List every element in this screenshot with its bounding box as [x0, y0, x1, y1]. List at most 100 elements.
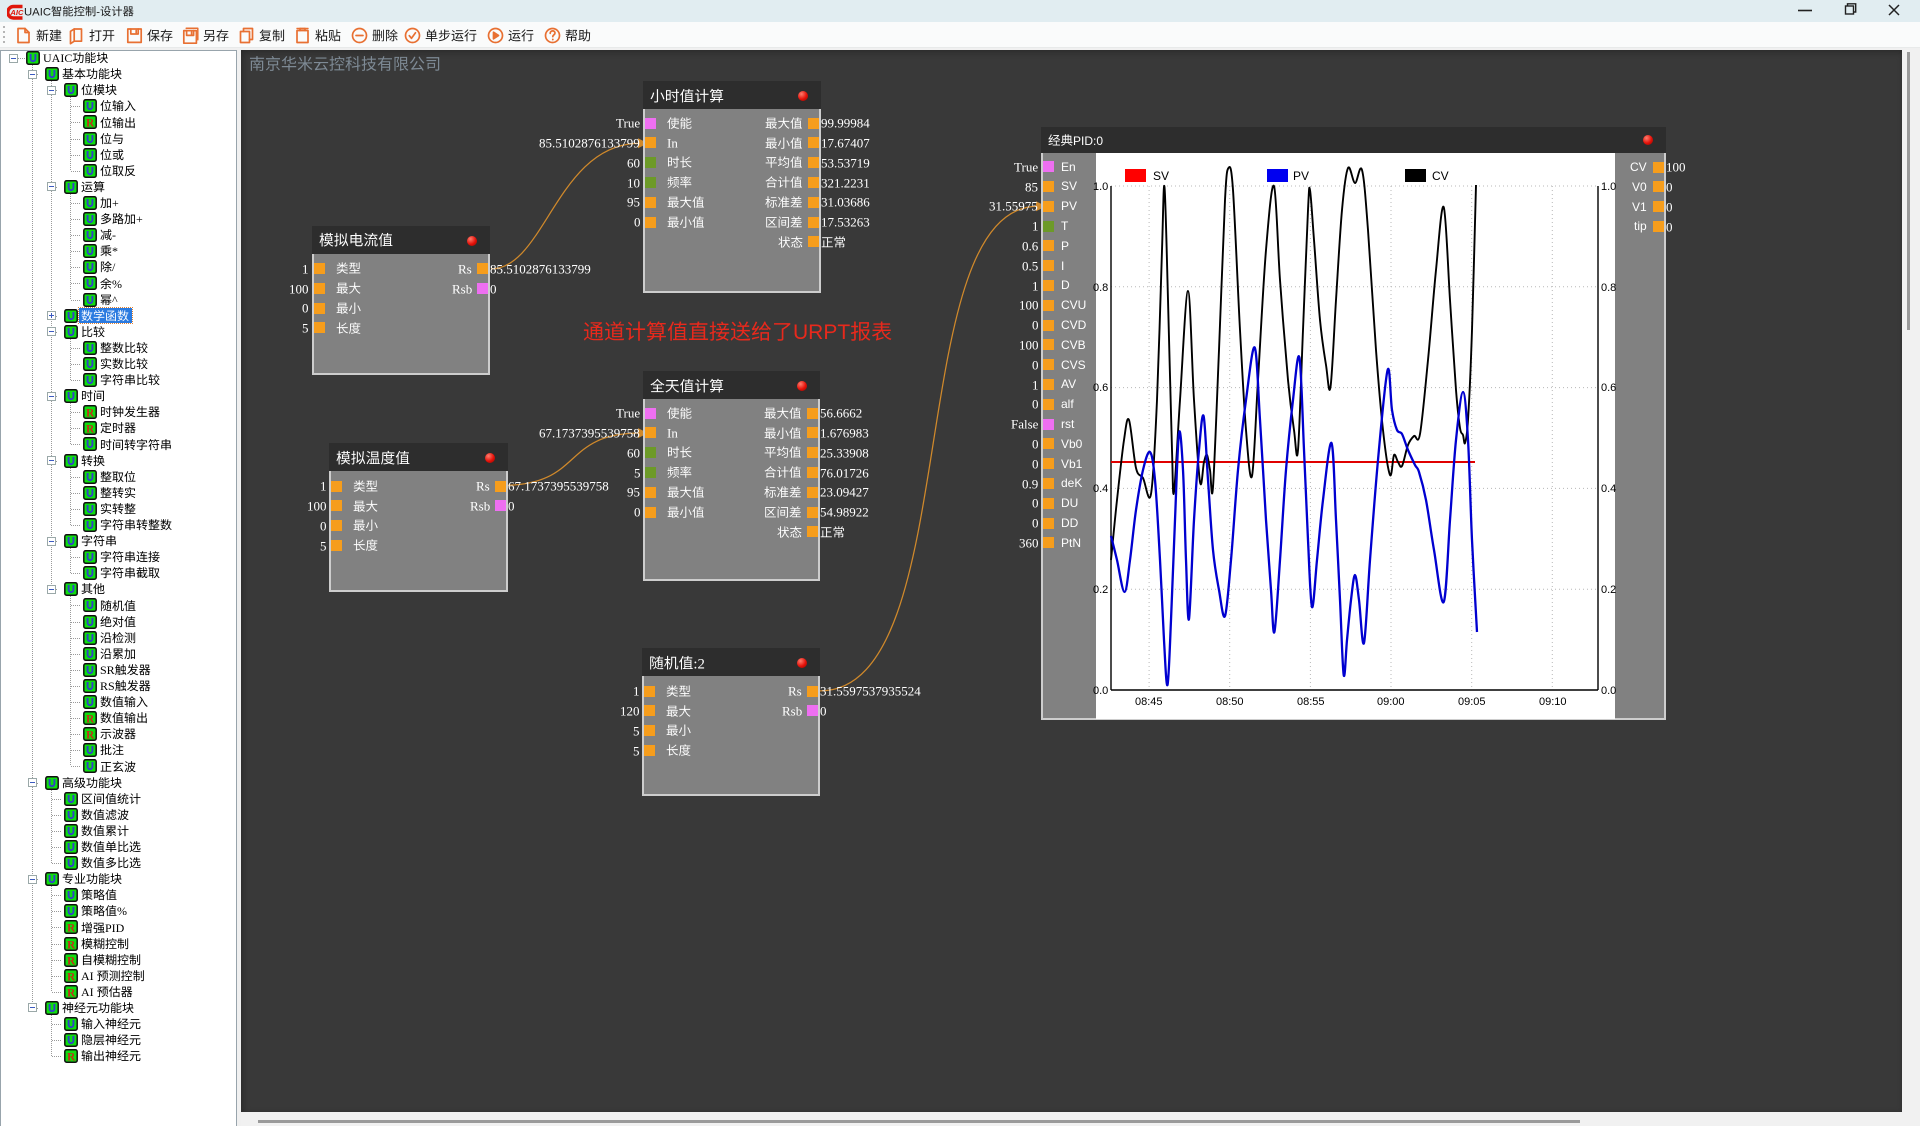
svg-text:SR: SR [100, 663, 115, 677]
svg-text:0.8: 0.8 [1601, 282, 1616, 294]
svg-text:Vb0: Vb0 [1061, 437, 1083, 451]
svg-text:09:05: 09:05 [1458, 696, 1486, 708]
svg-text:5: 5 [320, 538, 327, 553]
svg-text:0.4: 0.4 [1601, 483, 1616, 495]
svg-text:AI: AI [81, 985, 97, 999]
svg-text:100: 100 [1019, 298, 1039, 313]
svg-text:CVS: CVS [1061, 358, 1086, 372]
svg-text:+: + [112, 196, 119, 210]
svg-text:%: % [117, 905, 127, 919]
svg-text:PID:0: PID:0 [1073, 134, 1103, 148]
svg-text:UAIC: UAIC [24, 6, 51, 18]
svg-text:31.5597537935524: 31.5597537935524 [820, 683, 921, 698]
svg-text:08:50: 08:50 [1216, 696, 1244, 708]
svg-text:120: 120 [620, 703, 640, 718]
svg-text:60: 60 [627, 155, 640, 170]
svg-text:0: 0 [1032, 397, 1039, 412]
svg-text:PV: PV [1293, 169, 1309, 183]
svg-text:%: % [112, 277, 122, 291]
svg-text:09:00: 09:00 [1377, 696, 1405, 708]
svg-text:85.5102876133799: 85.5102876133799 [539, 135, 640, 150]
svg-text:53.53719: 53.53719 [821, 155, 870, 170]
svg-text:V1: V1 [1632, 200, 1647, 214]
svg-text:0.6: 0.6 [1601, 382, 1616, 394]
svg-text:100: 100 [1019, 337, 1039, 352]
svg-text:95: 95 [627, 195, 640, 210]
svg-text:1: 1 [633, 683, 640, 698]
svg-text:0: 0 [1032, 357, 1039, 372]
svg-text:0: 0 [820, 703, 827, 718]
svg-text:UAIC: UAIC [43, 51, 72, 65]
svg-text:31.03686: 31.03686 [821, 195, 870, 210]
svg-text:10: 10 [627, 175, 640, 190]
svg-text:Rs: Rs [788, 684, 802, 699]
svg-text:False: False [1011, 416, 1039, 431]
svg-text:100: 100 [289, 281, 309, 296]
svg-text:1.0: 1.0 [1601, 181, 1616, 193]
svg-text:RS: RS [100, 679, 115, 693]
svg-text:CVU: CVU [1061, 298, 1086, 312]
svg-text:0: 0 [634, 504, 641, 519]
svg-text:AI: AI [81, 969, 97, 983]
svg-text:tip: tip [1634, 220, 1647, 234]
svg-text:54.98922: 54.98922 [820, 504, 869, 519]
svg-text:Rsb: Rsb [782, 703, 802, 718]
svg-text:D: D [1061, 279, 1070, 293]
svg-text:*: * [112, 244, 118, 258]
svg-text:PV: PV [1061, 199, 1077, 213]
svg-text:17.53263: 17.53263 [821, 214, 870, 229]
svg-text:0.6: 0.6 [1022, 238, 1039, 253]
svg-text:CVB: CVB [1061, 338, 1086, 352]
svg-text:True: True [616, 405, 640, 420]
svg-text:0: 0 [1032, 496, 1039, 511]
svg-text:67.1737395539758: 67.1737395539758 [508, 478, 609, 493]
svg-text:85: 85 [1025, 179, 1038, 194]
svg-text:1: 1 [302, 261, 309, 276]
svg-text:AV: AV [1061, 378, 1076, 392]
svg-text:0: 0 [634, 214, 641, 229]
svg-text:76.01726: 76.01726 [820, 465, 869, 480]
svg-text:0: 0 [320, 518, 327, 533]
svg-text:0.2: 0.2 [1093, 584, 1108, 596]
svg-text:0.9: 0.9 [1022, 476, 1038, 491]
svg-text:True: True [1014, 159, 1038, 174]
svg-text:56.6662: 56.6662 [820, 405, 862, 420]
svg-text:rst: rst [1061, 417, 1075, 431]
svg-text:1: 1 [1032, 377, 1039, 392]
svg-text:67.1737395539758: 67.1737395539758 [539, 425, 640, 440]
svg-text:In: In [667, 425, 678, 440]
svg-text:alf: alf [1061, 397, 1074, 411]
svg-text:True: True [616, 115, 640, 130]
svg-text:0: 0 [1666, 199, 1673, 214]
svg-text:99.99984: 99.99984 [821, 115, 870, 130]
svg-text:Rsb: Rsb [470, 498, 490, 513]
svg-text:I: I [1061, 259, 1064, 273]
svg-text:17.67407: 17.67407 [821, 135, 870, 150]
svg-text:08:45: 08:45 [1135, 696, 1163, 708]
svg-text:PID: PID [105, 921, 125, 935]
svg-text:SV: SV [1153, 169, 1169, 183]
svg-text:31.55975: 31.55975 [989, 199, 1038, 214]
svg-text:0.4: 0.4 [1093, 483, 1108, 495]
svg-text:1: 1 [320, 478, 327, 493]
svg-text:5: 5 [302, 320, 309, 335]
svg-text:0: 0 [1032, 515, 1039, 530]
svg-text:^: ^ [112, 293, 118, 307]
svg-text:0: 0 [1032, 436, 1039, 451]
svg-text:5: 5 [634, 465, 641, 480]
svg-text:0.0: 0.0 [1093, 685, 1108, 697]
svg-text:95: 95 [627, 485, 640, 500]
svg-text:0.8: 0.8 [1093, 282, 1108, 294]
svg-text::2: :2 [693, 656, 705, 672]
svg-text:P: P [1061, 239, 1069, 253]
svg-text:Rs: Rs [476, 479, 490, 494]
svg-text:/: / [112, 261, 116, 275]
svg-text:T: T [1061, 219, 1069, 233]
svg-text:100: 100 [307, 498, 327, 513]
svg-text:SV: SV [1061, 180, 1077, 194]
svg-text:1.0: 1.0 [1093, 181, 1108, 193]
svg-text:100: 100 [1666, 159, 1686, 174]
svg-text:PtN: PtN [1061, 536, 1081, 550]
svg-text:DU: DU [1061, 496, 1078, 510]
svg-text:AIC: AIC [9, 8, 24, 17]
